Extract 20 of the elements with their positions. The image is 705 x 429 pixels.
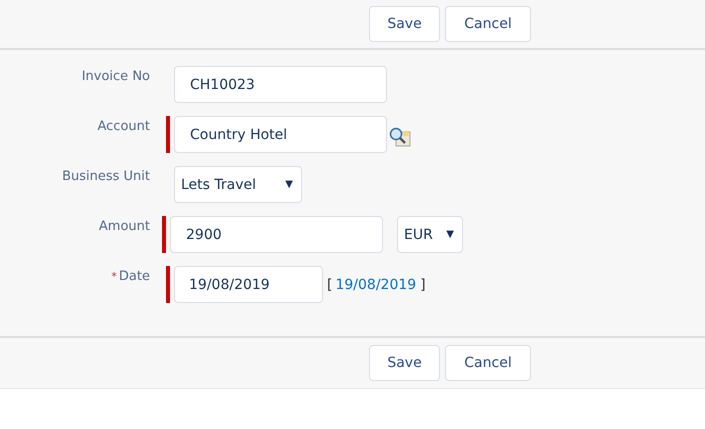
- input-field[interactable]: CH10023: [174, 66, 387, 103]
- bracket: [: [327, 276, 332, 292]
- button[interactable]: Save: [369, 6, 440, 42]
- select-field[interactable]: Lets Travel ▼: [174, 166, 302, 203]
- input-field[interactable]: 19/08/2019: [174, 266, 323, 303]
- button[interactable]: Cancel: [445, 345, 531, 381]
- currency-select[interactable]: EUR ▼: [397, 216, 463, 253]
- button[interactable]: Cancel: [445, 6, 531, 42]
- field-label: Account: [98, 119, 150, 134]
- today-date-link[interactable]: 19/08/2019: [335, 276, 416, 292]
- button[interactable]: Save: [369, 345, 440, 381]
- search-icon[interactable]: [389, 126, 411, 146]
- field-label: Invoice No: [82, 69, 150, 84]
- input-field[interactable]: Country Hotel: [174, 116, 387, 153]
- field-label: Amount: [98, 219, 150, 234]
- field-label: Business Unit: [62, 169, 150, 184]
- field-label: Date: [118, 269, 150, 284]
- required-asterisk: *: [111, 270, 117, 283]
- bracket: ]: [420, 276, 426, 292]
- input-field[interactable]: 2900: [170, 216, 383, 253]
